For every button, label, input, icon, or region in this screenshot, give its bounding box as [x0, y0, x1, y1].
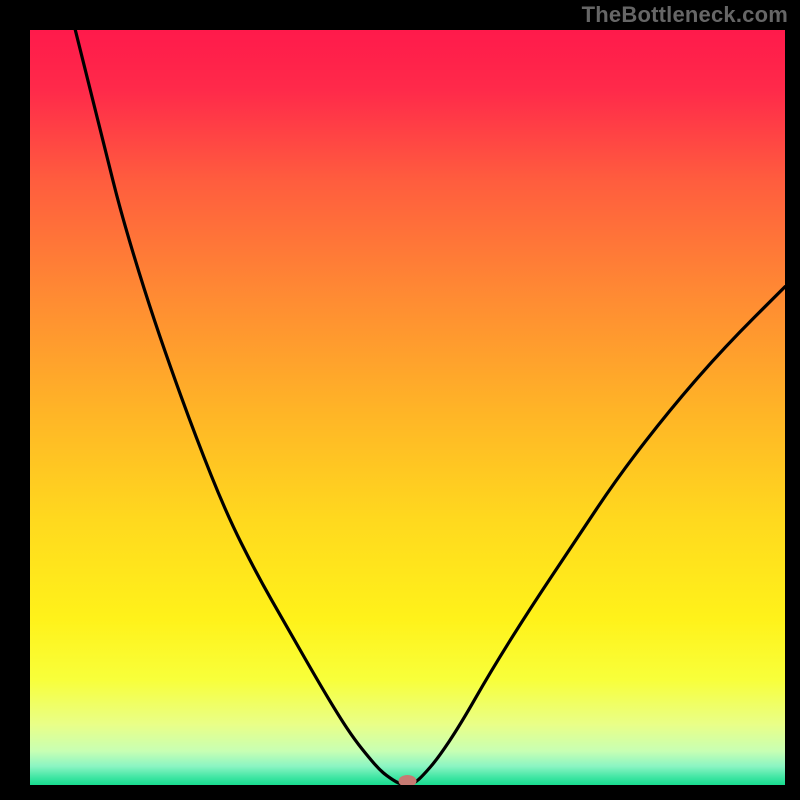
- plot-area: [30, 30, 785, 785]
- watermark-text: TheBottleneck.com: [582, 2, 788, 28]
- bottleneck-chart: [30, 30, 785, 785]
- chart-frame: TheBottleneck.com: [0, 0, 800, 800]
